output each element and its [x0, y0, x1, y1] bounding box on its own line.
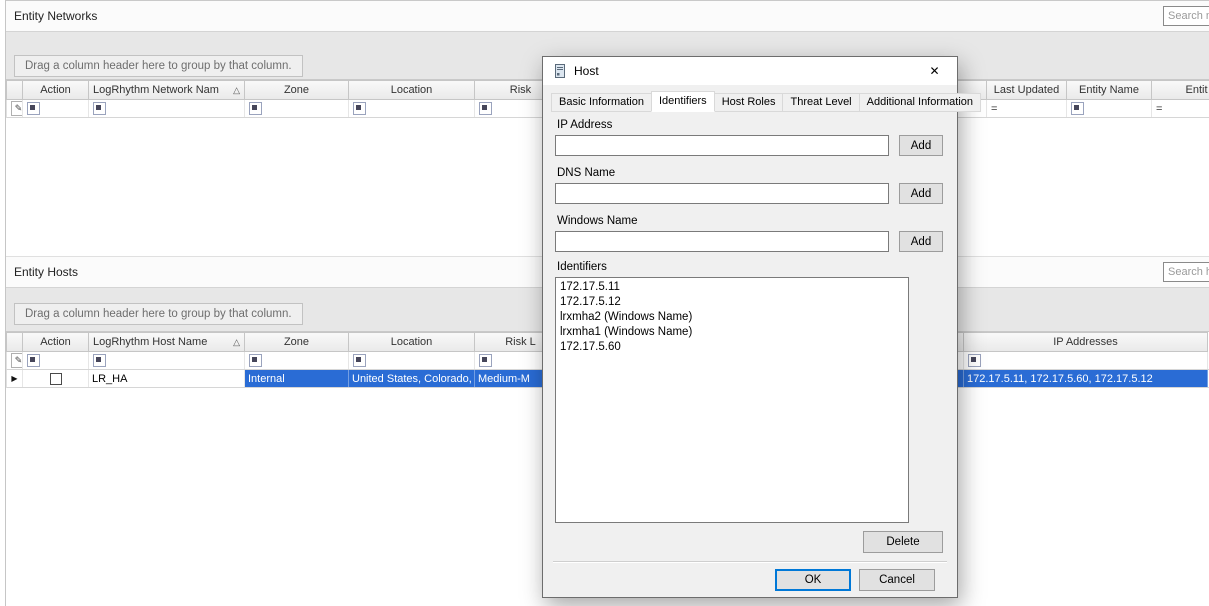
ok-button[interactable]: OK — [775, 569, 851, 591]
hosts-filter-action[interactable] — [23, 352, 89, 369]
equals-filter-icon: = — [991, 103, 997, 115]
dialog-tabs: Basic Information Identifiers Host Roles… — [551, 91, 980, 112]
filter-box-icon — [249, 354, 262, 367]
app-window: Entity Networks Drag a column header her… — [0, 0, 1209, 606]
column-header-network-name-label: LogRhythm Network Nam — [93, 81, 219, 99]
close-icon[interactable]: ✕ — [912, 57, 957, 85]
filter-box-icon — [27, 102, 40, 115]
action-cell[interactable] — [23, 370, 89, 387]
dns-name-label: DNS Name — [557, 167, 615, 179]
hosts-indicator-header-cell — [7, 332, 23, 352]
hosts-filter-indicator: ✎ — [7, 352, 23, 369]
networks-filter-location[interactable] — [349, 100, 475, 117]
column-header-network-name[interactable]: LogRhythm Network Nam △ — [89, 80, 245, 100]
column-header-location[interactable]: Location — [349, 332, 475, 352]
tab-basic-information[interactable]: Basic Information — [551, 93, 652, 112]
column-header-entity-name[interactable]: Entity Name — [1067, 80, 1152, 100]
column-header-last-updated[interactable]: Last Updated — [987, 80, 1067, 100]
column-header-entity[interactable]: Entit — [1152, 80, 1209, 100]
host-dialog: Host ✕ Basic Information Identifiers Hos… — [542, 56, 958, 598]
zone-cell[interactable]: Internal — [245, 370, 349, 387]
filter-box-icon — [968, 354, 981, 367]
column-header-host-name[interactable]: LogRhythm Host Name △ — [89, 332, 245, 352]
networks-filter-zone[interactable] — [245, 100, 349, 117]
filter-box-icon — [27, 354, 40, 367]
identifier-item[interactable]: 172.17.5.60 — [556, 340, 908, 355]
networks-group-hint: Drag a column header here to group by th… — [14, 55, 303, 77]
networks-filter-name[interactable] — [89, 100, 245, 117]
column-header-location[interactable]: Location — [349, 80, 475, 100]
identifiers-list[interactable]: 172.17.5.11 172.17.5.12 lrxmha2 (Windows… — [555, 277, 909, 523]
identifier-item[interactable]: 172.17.5.11 — [556, 280, 908, 295]
dialog-title-bar[interactable]: Host ✕ — [543, 57, 957, 85]
networks-title-row: Entity Networks — [6, 1, 1209, 31]
hosts-filter-ip-addresses[interactable] — [964, 352, 1208, 369]
networks-filter-last-updated[interactable]: = — [987, 100, 1067, 117]
hosts-filter-name[interactable] — [89, 352, 245, 369]
identifier-item[interactable]: lrxmha2 (Windows Name) — [556, 310, 908, 325]
dialog-separator — [553, 561, 947, 563]
location-cell[interactable]: United States, Colorado, B.. — [349, 370, 475, 387]
action-checkbox[interactable] — [50, 373, 62, 385]
column-header-host-name-label: LogRhythm Host Name — [93, 333, 207, 351]
ip-address-input[interactable] — [555, 135, 889, 156]
tab-identifiers[interactable]: Identifiers — [651, 91, 715, 112]
column-header-zone[interactable]: Zone — [245, 80, 349, 100]
host-icon — [552, 63, 568, 79]
hosts-search-input[interactable] — [1163, 262, 1209, 282]
tab-host-roles[interactable]: Host Roles — [714, 93, 784, 112]
column-header-action[interactable]: Action — [23, 80, 89, 100]
row-selector-icon: ▶ — [11, 375, 17, 383]
networks-search-input[interactable] — [1163, 6, 1209, 26]
hosts-filter-location[interactable] — [349, 352, 475, 369]
filter-box-icon — [93, 354, 106, 367]
hosts-group-hint: Drag a column header here to group by th… — [14, 303, 303, 325]
identifiers-label: Identifiers — [557, 261, 607, 273]
tab-additional-information[interactable]: Additional Information — [859, 93, 981, 112]
dns-name-input[interactable] — [555, 183, 889, 204]
add-dns-button[interactable]: Add — [899, 183, 943, 204]
dialog-title: Host — [574, 64, 599, 78]
filter-box-icon — [1071, 102, 1084, 115]
add-ip-button[interactable]: Add — [899, 135, 943, 156]
sort-asc-icon: △ — [233, 81, 240, 99]
delete-button[interactable]: Delete — [863, 531, 943, 553]
networks-filter-indicator: ✎ — [7, 100, 23, 117]
hosts-panel-title: Entity Hosts — [14, 265, 78, 279]
filter-box-icon — [93, 102, 106, 115]
windows-name-label: Windows Name — [557, 215, 638, 227]
tab-threat-level[interactable]: Threat Level — [782, 93, 859, 112]
identifier-item[interactable]: lrxmha1 (Windows Name) — [556, 325, 908, 340]
sort-asc-icon: △ — [233, 333, 240, 351]
networks-panel-title: Entity Networks — [14, 9, 97, 23]
cancel-button[interactable]: Cancel — [859, 569, 935, 591]
edit-pencil-icon: ✎ — [11, 101, 23, 116]
column-header-zone[interactable]: Zone — [245, 332, 349, 352]
filter-box-icon — [249, 102, 262, 115]
networks-filter-entity-name[interactable] — [1067, 100, 1152, 117]
windows-name-input[interactable] — [555, 231, 889, 252]
networks-filter-entity[interactable]: = — [1152, 100, 1209, 117]
row-indicator-cell: ▶ — [7, 370, 23, 387]
filter-box-icon — [479, 102, 492, 115]
edit-pencil-icon: ✎ — [11, 353, 23, 368]
filter-box-icon — [353, 354, 366, 367]
filter-box-icon — [479, 354, 492, 367]
networks-indicator-header-cell — [7, 80, 23, 100]
equals-filter-icon: = — [1156, 103, 1162, 115]
ip-addresses-cell[interactable]: 172.17.5.11, 172.17.5.60, 172.17.5.12 — [964, 370, 1208, 387]
identifier-item[interactable]: 172.17.5.12 — [556, 295, 908, 310]
filter-box-icon — [353, 102, 366, 115]
host-name-cell[interactable]: LR_HA — [89, 370, 245, 387]
add-windows-button[interactable]: Add — [899, 231, 943, 252]
networks-filter-action[interactable] — [23, 100, 89, 117]
ip-address-label: IP Address — [557, 119, 612, 131]
hosts-filter-zone[interactable] — [245, 352, 349, 369]
column-header-ip-addresses[interactable]: IP Addresses — [964, 332, 1208, 352]
column-header-action[interactable]: Action — [23, 332, 89, 352]
